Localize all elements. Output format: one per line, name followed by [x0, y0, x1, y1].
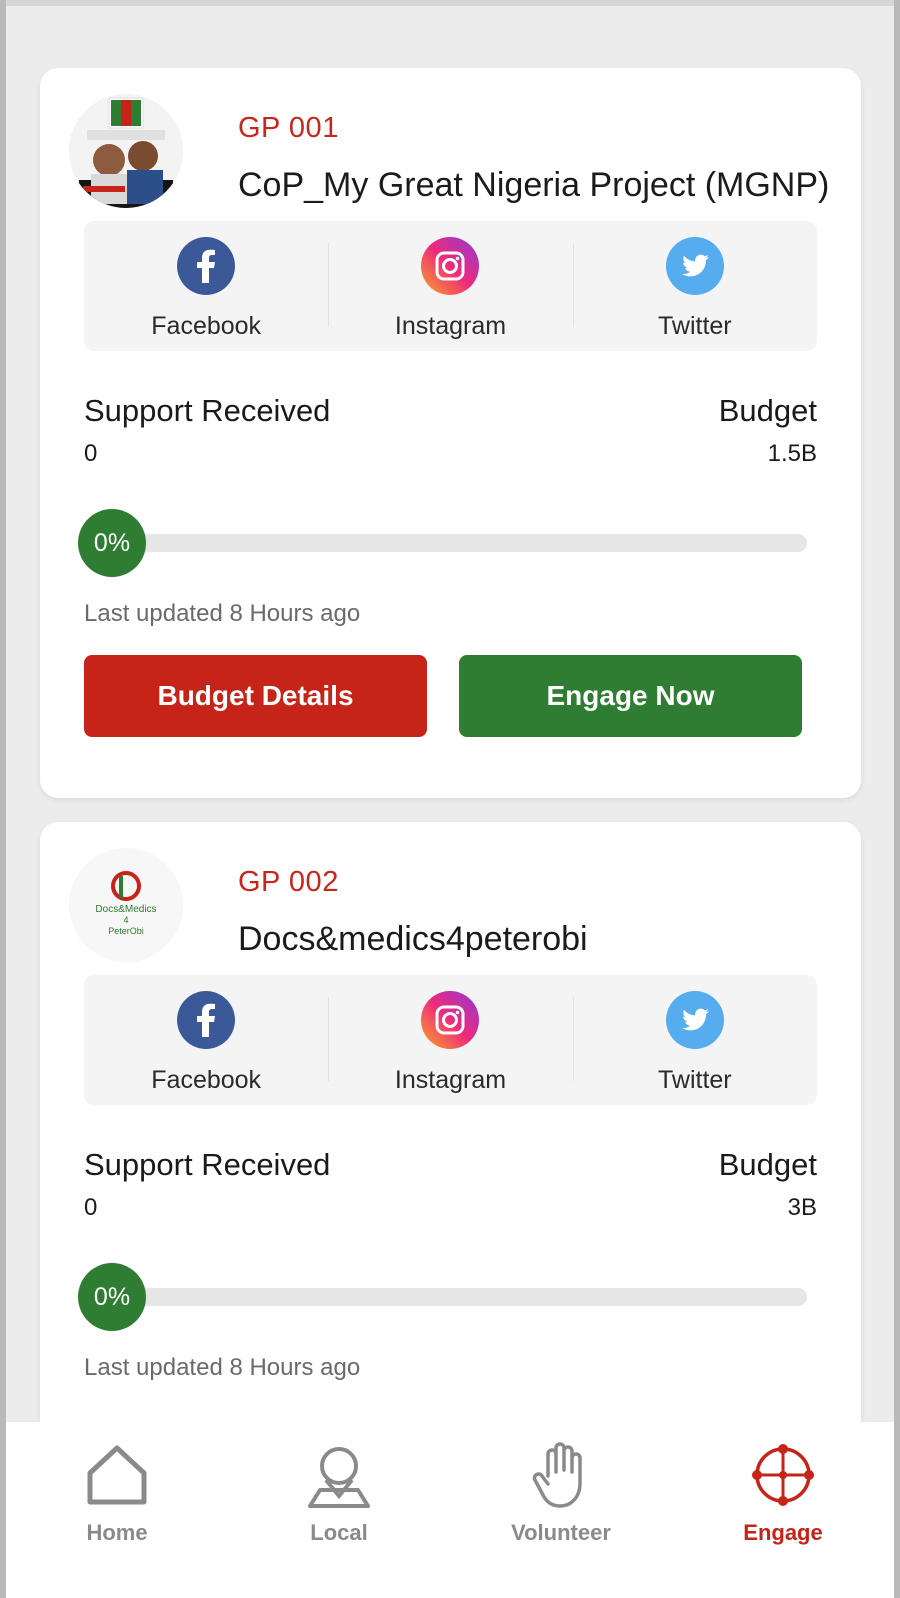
social-link-facebook[interactable]: Facebook [84, 221, 328, 351]
docs-medics-logo-icon: Docs&Medics 4 PeterObi [69, 848, 183, 962]
project-card: Docs&Medics 4 PeterObi GP 002 Docs&medic… [40, 822, 861, 1422]
social-link-twitter[interactable]: Twitter [572, 221, 817, 351]
support-received-value: 0 [84, 1194, 98, 1221]
progress-track [110, 534, 807, 552]
social-label-facebook: Facebook [151, 1066, 262, 1094]
home-icon [87, 1445, 147, 1505]
progress-track [110, 1288, 807, 1306]
nav-label-home: Home [86, 1520, 148, 1545]
social-label-instagram: Instagram [394, 1066, 507, 1094]
social-link-facebook[interactable]: Facebook [84, 975, 328, 1105]
progress-indicator: 0% [78, 1263, 146, 1331]
progress-indicator: 0% [78, 509, 146, 577]
social-link-twitter[interactable]: Twitter [572, 975, 817, 1105]
support-received-label: Support Received [84, 1147, 331, 1182]
social-label-facebook: Facebook [151, 312, 262, 340]
nav-label-local: Local [310, 1520, 368, 1545]
budget-value: 1.5B [767, 440, 817, 467]
last-updated: Last updated 8 Hours ago [84, 1354, 361, 1381]
left-edge [0, 0, 6, 1598]
twitter-icon [665, 991, 724, 1049]
nav-label-engage: Engage [743, 1520, 823, 1545]
svg-text:Docs&Medics: Docs&Medics [95, 904, 156, 915]
instagram-icon [421, 991, 480, 1049]
social-link-instagram[interactable]: Instagram [328, 221, 572, 351]
social-links: Facebook Instagram Twitter [84, 975, 817, 1105]
budget-label: Budget [718, 393, 817, 428]
support-received-value: 0 [84, 440, 98, 467]
nav-item-volunteer[interactable]: Volunteer [450, 1422, 672, 1598]
nav-item-local[interactable]: Local [228, 1422, 450, 1598]
location-pin-icon [308, 1447, 370, 1508]
budget-label: Budget [718, 1147, 817, 1182]
last-updated: Last updated 8 Hours ago [84, 600, 361, 627]
right-edge [894, 0, 900, 1598]
crosshair-icon [752, 1444, 814, 1506]
budget-value: 3B [787, 1194, 817, 1221]
bottom-navigation: Home Local Volunteer Engage [6, 1422, 894, 1598]
instagram-icon [421, 237, 480, 295]
support-received-label: Support Received [84, 393, 331, 428]
top-edge [0, 0, 900, 6]
project-title: CoP_My Great Nigeria Project (MGNP) [238, 166, 830, 204]
project-avatar [69, 94, 183, 208]
facebook-icon [177, 991, 236, 1049]
social-links: Facebook Instagram Twitter [84, 221, 817, 351]
svg-text:PeterObi: PeterObi [108, 926, 144, 936]
budget-details-button[interactable]: Budget Details [84, 655, 427, 737]
project-card: GP 001 CoP_My Great Nigeria Project (MGN… [40, 68, 861, 798]
social-label-twitter: Twitter [658, 312, 732, 340]
campaign-photo-icon [69, 94, 183, 208]
social-label-twitter: Twitter [658, 1066, 732, 1094]
nav-item-engage[interactable]: Engage [672, 1422, 894, 1598]
facebook-icon [177, 237, 236, 295]
nav-item-home[interactable]: Home [6, 1422, 228, 1598]
project-title: Docs&medics4peterobi [238, 920, 588, 958]
project-avatar: Docs&Medics 4 PeterObi [69, 848, 183, 962]
raised-hand-icon [532, 1442, 582, 1508]
svg-text:4: 4 [123, 915, 128, 925]
project-code: GP 001 [238, 112, 339, 144]
project-code: GP 002 [238, 866, 339, 898]
social-link-instagram[interactable]: Instagram [328, 975, 572, 1105]
engage-now-button[interactable]: Engage Now [459, 655, 802, 737]
twitter-icon [665, 237, 724, 295]
social-label-instagram: Instagram [394, 312, 507, 340]
nav-label-volunteer: Volunteer [511, 1520, 611, 1545]
